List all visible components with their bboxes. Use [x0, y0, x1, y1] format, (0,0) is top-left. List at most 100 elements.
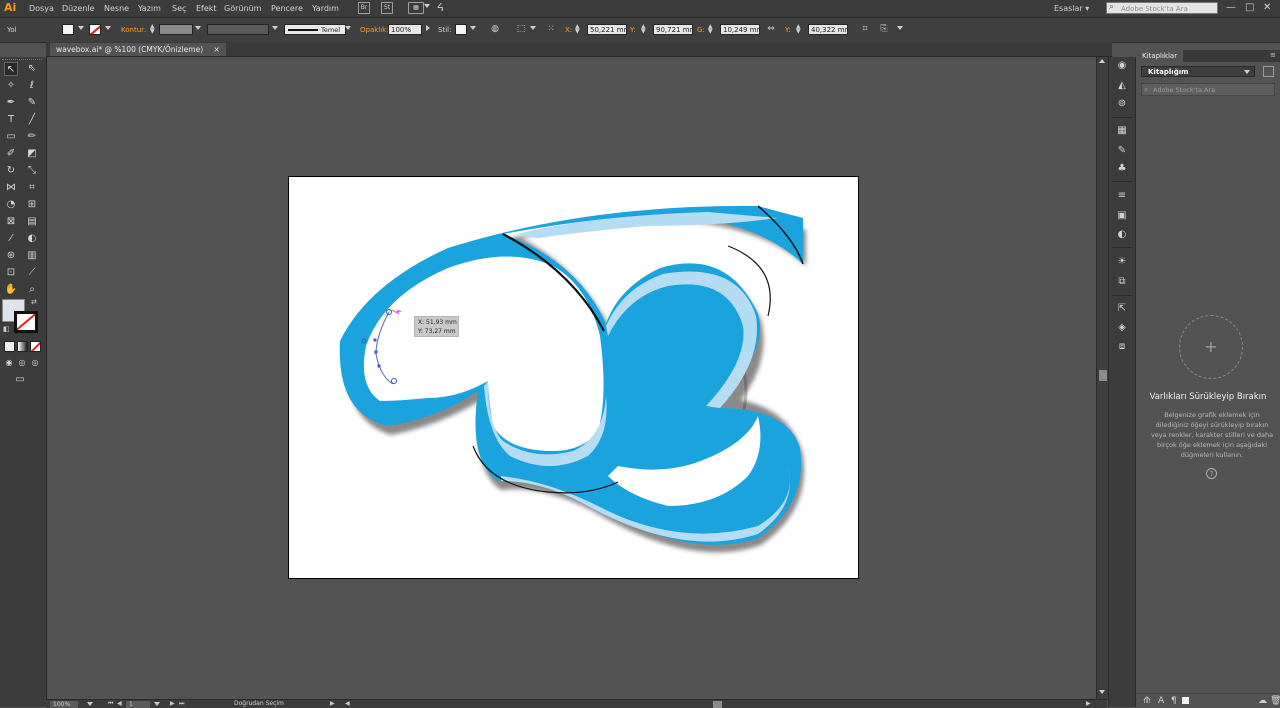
- type-tool-icon[interactable]: T: [4, 113, 18, 127]
- transform-icon[interactable]: ⌗: [859, 23, 871, 35]
- paintbrush-tool-icon[interactable]: ✏: [25, 130, 39, 144]
- stock-search-input[interactable]: Adobe Stock'ta Ara: [1106, 2, 1218, 14]
- next-artboard-button[interactable]: ▶: [170, 700, 175, 707]
- artboard-tool-icon[interactable]: ⊡: [4, 266, 18, 280]
- symbols-icon[interactable]: ♣: [1116, 163, 1128, 175]
- add-character-style-icon[interactable]: A: [1158, 696, 1164, 706]
- libraries-tab[interactable]: Kitaplıklar: [1136, 50, 1184, 62]
- draw-behind-icon[interactable]: ◎: [15, 356, 29, 370]
- anchor-point[interactable]: [374, 350, 378, 354]
- y-stepper[interactable]: ▲ ▼: [641, 24, 646, 35]
- column-graph-tool-icon[interactable]: ▥: [25, 249, 39, 263]
- screen-mode-icon[interactable]: ▭: [13, 373, 27, 387]
- close-tab-button[interactable]: ×: [214, 45, 220, 54]
- eyedropper-tool-icon[interactable]: ⁄: [4, 232, 18, 246]
- menu-pencere[interactable]: Pencere: [271, 4, 303, 13]
- vertical-scrollbar[interactable]: [1096, 57, 1108, 699]
- wave-heart-artwork[interactable]: [288, 176, 859, 579]
- height-stepper[interactable]: ▲ ▼: [796, 24, 801, 35]
- isolate-icon[interactable]: ⎘: [878, 23, 890, 35]
- perspective-grid-tool-icon[interactable]: ⊞: [25, 198, 39, 212]
- close-button[interactable]: ✕: [1263, 2, 1271, 13]
- recolor-artwork-icon[interactable]: ◍: [489, 23, 501, 35]
- chevron-down-icon[interactable]: [154, 702, 160, 706]
- arrange-documents-icon[interactable]: ▦: [408, 2, 424, 14]
- add-asset-button[interactable]: +: [1179, 315, 1243, 379]
- vertical-scroll-thumb[interactable]: [1099, 370, 1107, 381]
- grid-view-icon[interactable]: [1263, 66, 1274, 77]
- chevron-down-icon[interactable]: [87, 702, 93, 706]
- stroke-label[interactable]: Kontur:: [121, 26, 146, 34]
- width-stepper[interactable]: ▲ ▼: [708, 24, 713, 35]
- shaper-tool-icon[interactable]: ✐: [4, 147, 18, 161]
- menu-yardim[interactable]: Yardım: [312, 4, 339, 13]
- brushes-icon[interactable]: ✎: [1116, 145, 1128, 157]
- selection-tool-icon[interactable]: ↖: [4, 62, 18, 76]
- workspace-switcher[interactable]: Esaslar ▾: [1054, 4, 1089, 13]
- stroke-weight-stepper[interactable]: ▲ ▼: [150, 24, 155, 35]
- variable-width-profile[interactable]: [207, 24, 269, 35]
- library-search-input[interactable]: Adobe Stock'ta Ara: [1141, 83, 1275, 96]
- chevron-down-icon[interactable]: [78, 26, 84, 30]
- status-menu-icon[interactable]: ▶: [330, 700, 335, 707]
- shape-builder-tool-icon[interactable]: ◔: [4, 198, 18, 212]
- width-field[interactable]: 10,249 mm: [720, 24, 760, 35]
- previous-artboard-button[interactable]: ◀: [117, 700, 122, 707]
- add-paragraph-style-icon[interactable]: ¶: [1171, 696, 1177, 706]
- hand-tool-icon[interactable]: ✋: [4, 283, 18, 297]
- direct-selection-tool-icon[interactable]: ⇖: [25, 62, 39, 76]
- align-icon[interactable]: ⬚: [515, 23, 527, 35]
- curvature-tool-icon[interactable]: ✎: [25, 96, 39, 110]
- scroll-down-icon[interactable]: [1099, 690, 1105, 694]
- color-mode-icon[interactable]: [4, 341, 15, 352]
- opacity-label[interactable]: Opaklık:: [360, 26, 389, 34]
- anchor-point[interactable]: [377, 364, 381, 368]
- chevron-down-icon[interactable]: [470, 26, 476, 30]
- artboards-icon[interactable]: ⧈: [1116, 341, 1128, 353]
- magic-wand-tool-icon[interactable]: ✧: [4, 79, 18, 93]
- scroll-up-icon[interactable]: [1099, 59, 1105, 63]
- chevron-down-icon[interactable]: [424, 4, 430, 8]
- line-tool-icon[interactable]: ╱: [25, 113, 39, 127]
- bridge-icon[interactable]: Br: [358, 2, 370, 14]
- chevron-down-icon[interactable]: [897, 26, 903, 30]
- swap-fill-stroke-icon[interactable]: ⇄: [31, 298, 37, 306]
- constrain-proportions-icon[interactable]: ⇔: [765, 23, 777, 35]
- color-panel-icon[interactable]: ◉: [1116, 60, 1128, 72]
- menu-gorunum[interactable]: Görünüm: [224, 4, 261, 13]
- chevron-down-icon[interactable]: [1244, 70, 1250, 74]
- library-select[interactable]: Kitaplığım: [1141, 66, 1255, 77]
- minimize-button[interactable]: —: [1226, 2, 1236, 13]
- add-graphic-icon[interactable]: ⟰: [1143, 696, 1151, 706]
- stroke-weight-field[interactable]: [159, 24, 193, 35]
- layers-icon[interactable]: ◈: [1116, 322, 1128, 334]
- scale-tool-icon[interactable]: ⤡: [25, 164, 39, 178]
- height-field[interactable]: 40,322 mm: [808, 24, 848, 35]
- reference-point-icon[interactable]: ⁙: [545, 23, 557, 35]
- menu-efekt[interactable]: Efekt: [196, 4, 217, 13]
- chevron-down-icon[interactable]: [105, 26, 111, 30]
- anchor-point[interactable]: [373, 338, 377, 342]
- help-icon[interactable]: ?: [1206, 468, 1217, 479]
- chevron-down-icon[interactable]: [195, 26, 201, 30]
- gradient-panel-icon[interactable]: ▣: [1116, 210, 1128, 222]
- export-asset-icon[interactable]: ⇱: [1116, 303, 1128, 315]
- brush-definition-field[interactable]: Temel: [284, 24, 346, 35]
- eraser-tool-icon[interactable]: ◩: [25, 147, 39, 161]
- chevron-down-icon[interactable]: [345, 26, 351, 30]
- rectangle-tool-icon[interactable]: ▭: [4, 130, 18, 144]
- lasso-tool-icon[interactable]: ℓ: [25, 79, 39, 93]
- menu-nesne[interactable]: Nesne: [104, 4, 129, 13]
- rotate-tool-icon[interactable]: ↻: [4, 164, 18, 178]
- none-mode-icon[interactable]: [30, 341, 41, 352]
- scroll-right-icon[interactable]: ▶: [1086, 700, 1091, 707]
- appearance-icon[interactable]: ☀: [1116, 256, 1128, 268]
- gpu-performance-icon[interactable]: ᔦ: [437, 1, 444, 14]
- cloud-sync-icon[interactable]: ☁: [1258, 696, 1267, 706]
- stock-icon[interactable]: St: [381, 2, 393, 14]
- mesh-tool-icon[interactable]: ⊠: [4, 215, 18, 229]
- symbol-sprayer-tool-icon[interactable]: ⊛: [4, 249, 18, 263]
- chevron-right-icon[interactable]: [426, 25, 430, 31]
- draw-inside-icon[interactable]: ◎: [28, 356, 42, 370]
- panel-menu-icon[interactable]: ≡: [1270, 51, 1276, 59]
